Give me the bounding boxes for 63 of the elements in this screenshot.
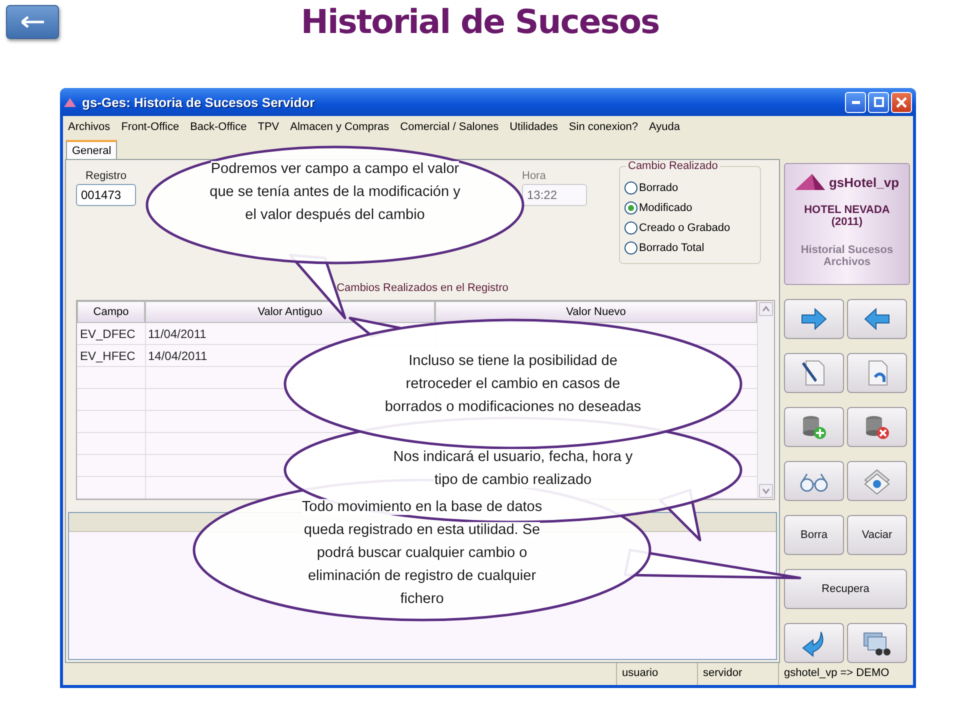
radio-button[interactable] bbox=[624, 221, 638, 235]
table-cell: EV_HFEC bbox=[80, 349, 136, 363]
menu-item[interactable]: Comercial / Salones bbox=[400, 121, 499, 133]
toolbar-button[interactable] bbox=[847, 623, 907, 663]
field-label: Hora bbox=[522, 170, 546, 182]
back-button[interactable] bbox=[6, 5, 59, 39]
minimize-icon bbox=[852, 100, 860, 104]
scroll-down-icon[interactable] bbox=[759, 484, 773, 498]
toolbar-button[interactable] bbox=[847, 407, 907, 447]
radio-button[interactable] bbox=[624, 201, 638, 215]
close-icon bbox=[896, 96, 907, 108]
group-title: Cambio Realizado bbox=[626, 160, 720, 172]
column-header: Valor Nuevo bbox=[435, 301, 757, 323]
menu-item[interactable]: Back-Office bbox=[190, 121, 247, 133]
column-header: Valor Antiguo bbox=[145, 301, 435, 323]
hotel-name: HOTEL NEVADA bbox=[804, 204, 890, 216]
record-field[interactable]: 001473 bbox=[76, 184, 136, 206]
tab[interactable]: General bbox=[66, 140, 118, 159]
arrow-left-icon bbox=[20, 15, 46, 29]
slide-title: Historial de Sucesos bbox=[300, 2, 660, 43]
hotel-year: (2011) bbox=[831, 216, 863, 228]
menu-item[interactable]: Sin conexion? bbox=[568, 121, 638, 133]
menu-item[interactable]: Front-Office bbox=[121, 121, 180, 133]
table-cell: 14/04/2011 bbox=[148, 349, 208, 363]
pyramid-logo-icon bbox=[794, 174, 825, 190]
table-cell: 11/04/2011 bbox=[148, 327, 206, 341]
action-button[interactable]: Borra bbox=[784, 515, 844, 555]
minimize-button[interactable] bbox=[845, 92, 866, 112]
toolbar-button[interactable] bbox=[784, 623, 844, 663]
radio-option[interactable]: Modificado bbox=[624, 201, 756, 215]
toolbar-button[interactable] bbox=[784, 353, 844, 393]
action-button[interactable]: Recupera bbox=[784, 569, 907, 609]
radio-button[interactable] bbox=[624, 241, 638, 255]
menu-item[interactable]: Almacen y Compras bbox=[290, 121, 390, 133]
menu-item[interactable]: Archivos bbox=[68, 121, 110, 133]
maximize-icon bbox=[874, 97, 884, 107]
status-cell: usuario bbox=[616, 663, 697, 685]
module-name: Historial Sucesos Archivos bbox=[800, 244, 894, 268]
radio-option[interactable]: Borrado Total bbox=[624, 241, 756, 255]
maximize-button[interactable] bbox=[868, 92, 889, 112]
radio-option[interactable]: Borrado bbox=[624, 181, 756, 195]
status-cell: servidor bbox=[697, 663, 778, 685]
field-label: Registro bbox=[86, 170, 126, 182]
scrollbar[interactable] bbox=[757, 301, 774, 499]
logo-name: gsHotel_vp bbox=[828, 174, 900, 190]
column-header: Campo bbox=[77, 301, 145, 323]
scroll-up-icon[interactable] bbox=[759, 302, 773, 316]
toolbar-button[interactable] bbox=[784, 407, 844, 447]
radio-option[interactable]: Creado o Grabado bbox=[624, 221, 756, 235]
table-caption: Cambios Realizados en el Registro bbox=[336, 282, 510, 296]
menu-item[interactable]: Ayuda bbox=[649, 121, 680, 133]
toolbar-button[interactable] bbox=[784, 299, 844, 339]
table-cell: EV_DFEC bbox=[80, 327, 136, 341]
app-logo-icon bbox=[64, 97, 76, 107]
menu-item[interactable]: Utilidades bbox=[510, 121, 558, 133]
radio-button[interactable] bbox=[624, 181, 638, 195]
toolbar-button[interactable] bbox=[847, 299, 907, 339]
close-button[interactable] bbox=[891, 92, 912, 112]
window-title: gs-Ges: Historia de Sucesos Servidor bbox=[82, 94, 316, 110]
status-cell: gshotel_vp => DEMO bbox=[778, 663, 913, 685]
menu-item[interactable]: TPV bbox=[258, 121, 280, 133]
action-button[interactable]: Vaciar bbox=[847, 515, 907, 555]
time-field[interactable]: 13:22 bbox=[522, 184, 587, 206]
